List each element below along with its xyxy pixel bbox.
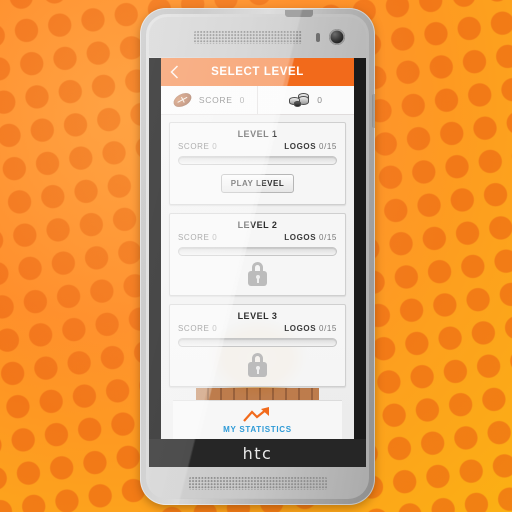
level-score-value: 0	[212, 142, 218, 151]
level-progress-bar	[178, 338, 337, 347]
level-list: LEVEL 1 SCORE 0 LOGOS 0/15 PLAY LEVEL LE…	[161, 115, 354, 387]
level-logos-value: 0/15	[319, 233, 337, 242]
my-statistics-bar[interactable]: MY STATISTICS	[173, 400, 342, 439]
level-score-label: SCORE	[178, 324, 210, 333]
coins-icon	[289, 93, 310, 107]
level-logos-value: 0/15	[319, 142, 337, 151]
level-logos-label: LOGOS	[284, 142, 317, 151]
proximity-sensor-icon	[316, 32, 320, 42]
app-title-bar: SELECT LEVEL	[161, 58, 354, 86]
score-cell[interactable]: SCORE 0	[161, 86, 257, 114]
level-title: LEVEL 2	[237, 220, 278, 230]
trending-up-arrow-icon	[242, 406, 269, 422]
level-score-value: 0	[212, 233, 218, 242]
level-logos: LOGOS 0/15	[284, 233, 337, 242]
level-logos: LOGOS 0/15	[284, 142, 337, 151]
level-score-value: 0	[212, 324, 218, 333]
level-logos-value: 0/15	[319, 324, 337, 333]
level-card-3[interactable]: LEVEL 3 SCORE 0 LOGOS 0/15	[169, 304, 346, 387]
app-status-bar: SCORE 0 0	[161, 86, 354, 115]
htc-brand-logo: htc	[242, 443, 273, 463]
level-card-1[interactable]: LEVEL 1 SCORE 0 LOGOS 0/15 PLAY LEVEL	[169, 122, 346, 205]
play-level-button[interactable]: PLAY LEVEL	[220, 173, 295, 193]
level-card-2[interactable]: LEVEL 2 SCORE 0 LOGOS 0/15	[169, 213, 346, 296]
back-chevron-icon	[169, 65, 178, 79]
level-action-area	[178, 351, 337, 379]
phone-screen: SELECT LEVEL SCORE 0 0 LEVEL 1 SCORE 0 L…	[149, 58, 366, 439]
level-action-area	[178, 260, 337, 288]
phone-top-tab	[285, 10, 313, 17]
power-button[interactable]	[372, 94, 375, 128]
page-title: SELECT LEVEL	[211, 66, 304, 78]
earpiece-speaker-grille-icon	[194, 30, 302, 44]
level-title: LEVEL 3	[237, 311, 278, 321]
score-value: 0	[239, 95, 246, 105]
app-viewport: SELECT LEVEL SCORE 0 0 LEVEL 1 SCORE 0 L…	[161, 58, 354, 439]
bottom-speaker-grille-icon	[188, 477, 327, 490]
coins-value: 0	[317, 95, 323, 105]
htc-phone-device: SELECT LEVEL SCORE 0 0 LEVEL 1 SCORE 0 L…	[140, 8, 375, 505]
my-statistics-label: MY STATISTICS	[223, 424, 292, 434]
level-score-label: SCORE	[178, 142, 210, 151]
coins-cell[interactable]: 0	[258, 86, 354, 114]
front-camera-icon	[328, 29, 345, 45]
level-progress-bar	[178, 156, 337, 165]
back-button[interactable]	[161, 65, 187, 79]
lock-icon	[248, 262, 267, 286]
phone-chin: htc	[149, 439, 366, 467]
lock-icon	[248, 353, 267, 377]
phone-top-band	[149, 17, 366, 57]
level-score: SCORE 0	[178, 324, 217, 333]
level-title: LEVEL 1	[237, 129, 278, 139]
level-score: SCORE 0	[178, 233, 217, 242]
level-action-area: PLAY LEVEL	[178, 169, 337, 197]
level-logos-label: LOGOS	[284, 324, 317, 333]
football-icon	[171, 90, 194, 110]
level-logos-label: LOGOS	[284, 233, 317, 242]
phone-bottom-band	[149, 467, 366, 498]
level-score: SCORE 0	[178, 142, 217, 151]
level-score-label: SCORE	[178, 233, 210, 242]
level-progress-bar	[178, 247, 337, 256]
level-logos: LOGOS 0/15	[284, 324, 337, 333]
score-label: SCORE	[198, 95, 233, 105]
